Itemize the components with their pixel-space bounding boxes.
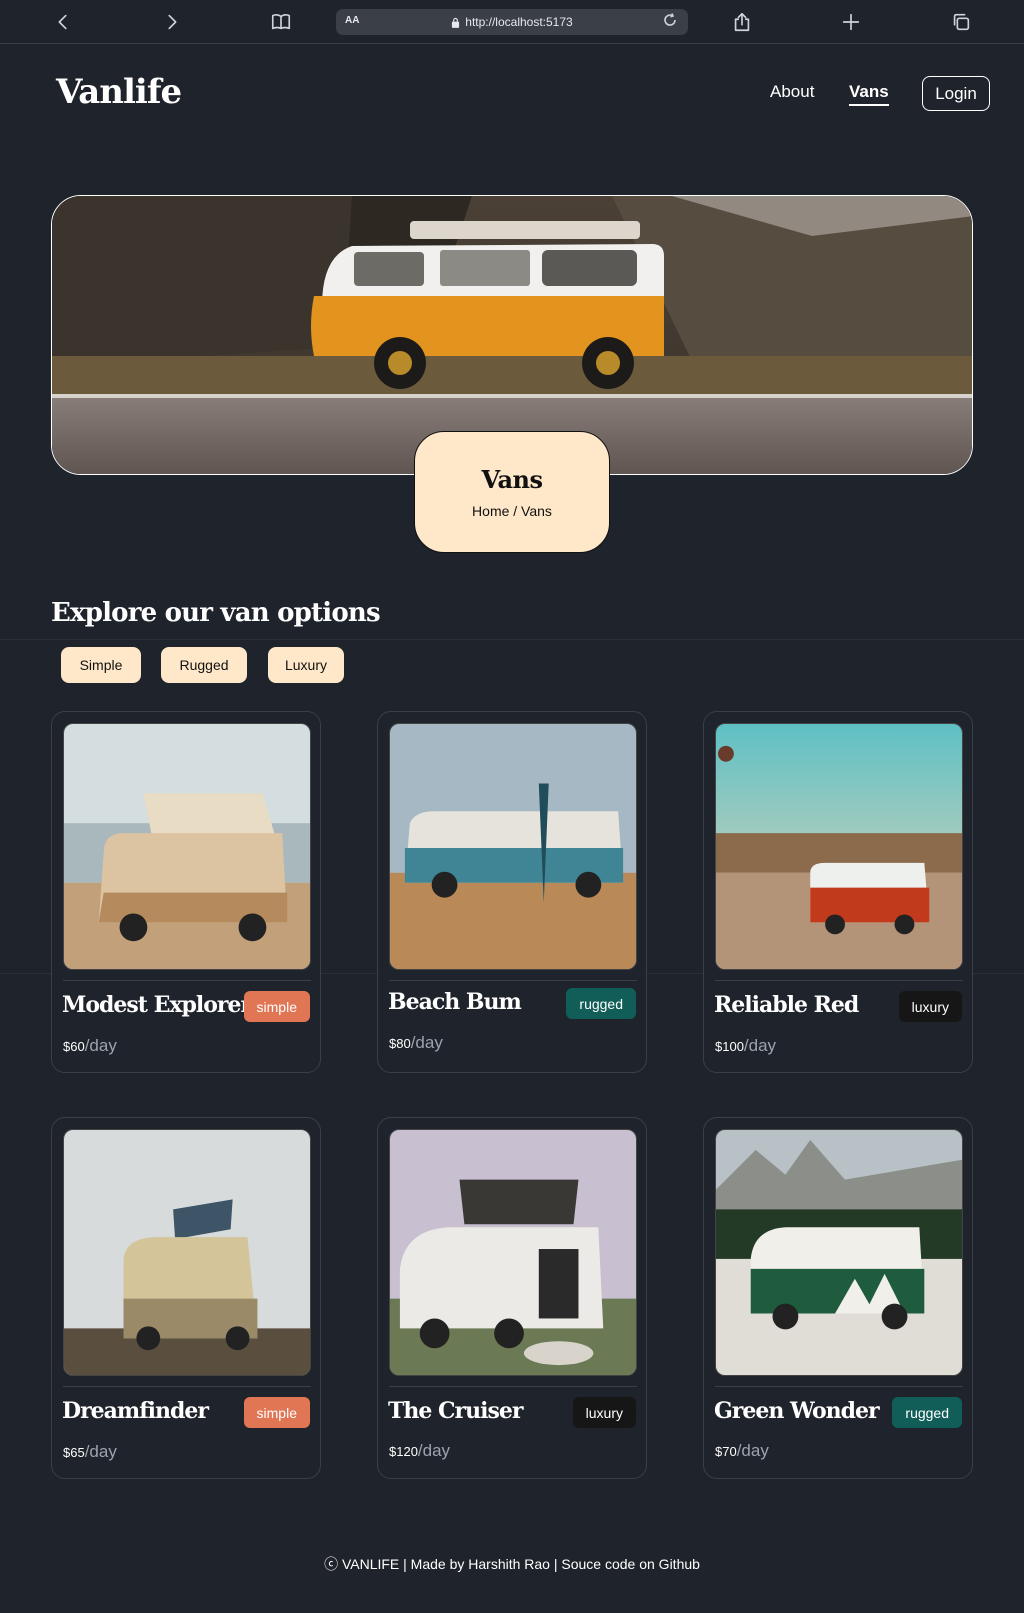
site-logo[interactable]: Vanlife	[56, 72, 182, 112]
breadcrumb: Home / Vans	[472, 503, 552, 519]
van-image[interactable]	[389, 723, 637, 970]
divider	[63, 980, 311, 981]
hero-title-card: Vans Home / Vans	[414, 431, 610, 553]
van-price: $70/day	[715, 1441, 769, 1461]
van-name: Dreamfinder	[62, 1398, 209, 1424]
page-title: Vans	[481, 465, 543, 494]
van-type-badge: luxury	[898, 991, 962, 1022]
divider	[0, 639, 1024, 640]
price-amount: $80	[389, 1036, 411, 1051]
van-card-dreamfinder[interactable]: Dreamfinder simple $65/day	[51, 1117, 321, 1479]
price-unit: /day	[410, 1033, 443, 1052]
divider	[389, 980, 637, 981]
van-price: $80/day	[389, 1033, 443, 1053]
back-icon[interactable]	[49, 8, 77, 36]
price-unit: /day	[84, 1442, 117, 1461]
reader-aa-button[interactable]: AA	[345, 15, 359, 26]
van-type-badge: rugged	[892, 1397, 962, 1428]
price-unit: /day	[417, 1441, 451, 1460]
van-card-the-cruiser[interactable]: The Cruiser luxury $120/day	[377, 1117, 647, 1479]
price-unit: /day	[84, 1036, 117, 1055]
lock-icon	[452, 17, 460, 28]
van-image[interactable]	[389, 1129, 637, 1376]
van-name: Beach Bum	[388, 989, 522, 1015]
divider	[63, 1386, 311, 1387]
nav-vans-link[interactable]: Vans	[849, 82, 889, 106]
reload-icon[interactable]	[662, 12, 682, 32]
price-amount: $65	[63, 1445, 85, 1460]
price-amount: $100	[715, 1039, 744, 1054]
van-type-badge: rugged	[566, 988, 636, 1019]
divider	[715, 980, 963, 981]
tabs-icon[interactable]	[947, 8, 975, 36]
section-title: Explore our van options	[51, 598, 381, 628]
price-unit: /day	[743, 1036, 777, 1055]
price-amount: $60	[63, 1039, 85, 1054]
van-type-badge: simple	[243, 1397, 310, 1428]
browser-toolbar: AA http://localhost:5173	[0, 0, 1024, 44]
van-card-reliable-red[interactable]: Reliable Red luxury $100/day	[703, 711, 973, 1073]
van-price: $65/day	[63, 1442, 117, 1462]
van-name: Modest Explorer	[62, 992, 252, 1018]
van-card-beach-bum[interactable]: Beach Bum rugged $80/day	[377, 711, 647, 1073]
van-image[interactable]	[715, 723, 963, 970]
van-name: Reliable Red	[714, 992, 859, 1018]
filter-luxury-button[interactable]: Luxury	[268, 647, 344, 683]
new-tab-icon[interactable]	[837, 8, 865, 36]
price-amount: $120	[389, 1444, 418, 1459]
price-amount: $70	[715, 1444, 737, 1459]
van-image[interactable]	[63, 1129, 311, 1376]
van-image[interactable]	[715, 1129, 963, 1376]
login-button[interactable]: Login	[922, 76, 990, 111]
van-name: The Cruiser	[388, 1398, 523, 1424]
bookmarks-icon[interactable]	[267, 8, 295, 36]
van-price: $120/day	[389, 1441, 450, 1461]
share-icon[interactable]	[728, 8, 756, 36]
nav-about-link[interactable]: About	[770, 82, 814, 102]
van-type-badge: luxury	[572, 1397, 636, 1428]
van-image[interactable]	[63, 723, 311, 970]
forward-icon[interactable]	[158, 8, 186, 36]
price-unit: /day	[736, 1441, 769, 1460]
van-name: Green Wonder	[714, 1398, 880, 1424]
site-footer: ⓒ VANLIFE | Made by Harshith Rao | Souce…	[324, 1556, 700, 1572]
van-price: $100/day	[715, 1036, 776, 1056]
divider	[715, 1386, 963, 1387]
filter-rugged-button[interactable]: Rugged	[161, 647, 247, 683]
url-bar[interactable]: AA http://localhost:5173	[336, 9, 688, 35]
filter-simple-button[interactable]: Simple	[61, 647, 141, 683]
url-text: http://localhost:5173	[465, 15, 573, 29]
divider	[389, 1386, 637, 1387]
van-price: $60/day	[63, 1036, 117, 1056]
van-card-green-wonder[interactable]: Green Wonder rugged $70/day	[703, 1117, 973, 1479]
van-type-badge: simple	[243, 991, 310, 1022]
van-card-modest-explorer[interactable]: Modest Explorer simple $60/day	[51, 711, 321, 1073]
